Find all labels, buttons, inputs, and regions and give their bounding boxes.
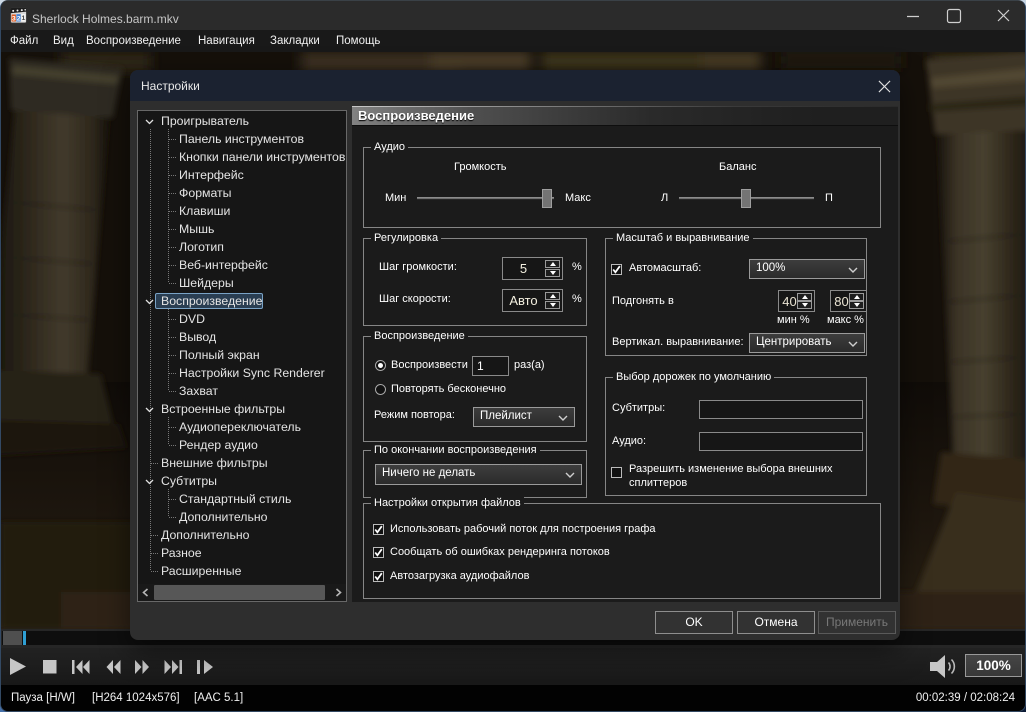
svg-text:3: 3 xyxy=(12,16,16,23)
svg-text:2: 2 xyxy=(17,15,21,22)
svg-text:1: 1 xyxy=(22,15,26,22)
